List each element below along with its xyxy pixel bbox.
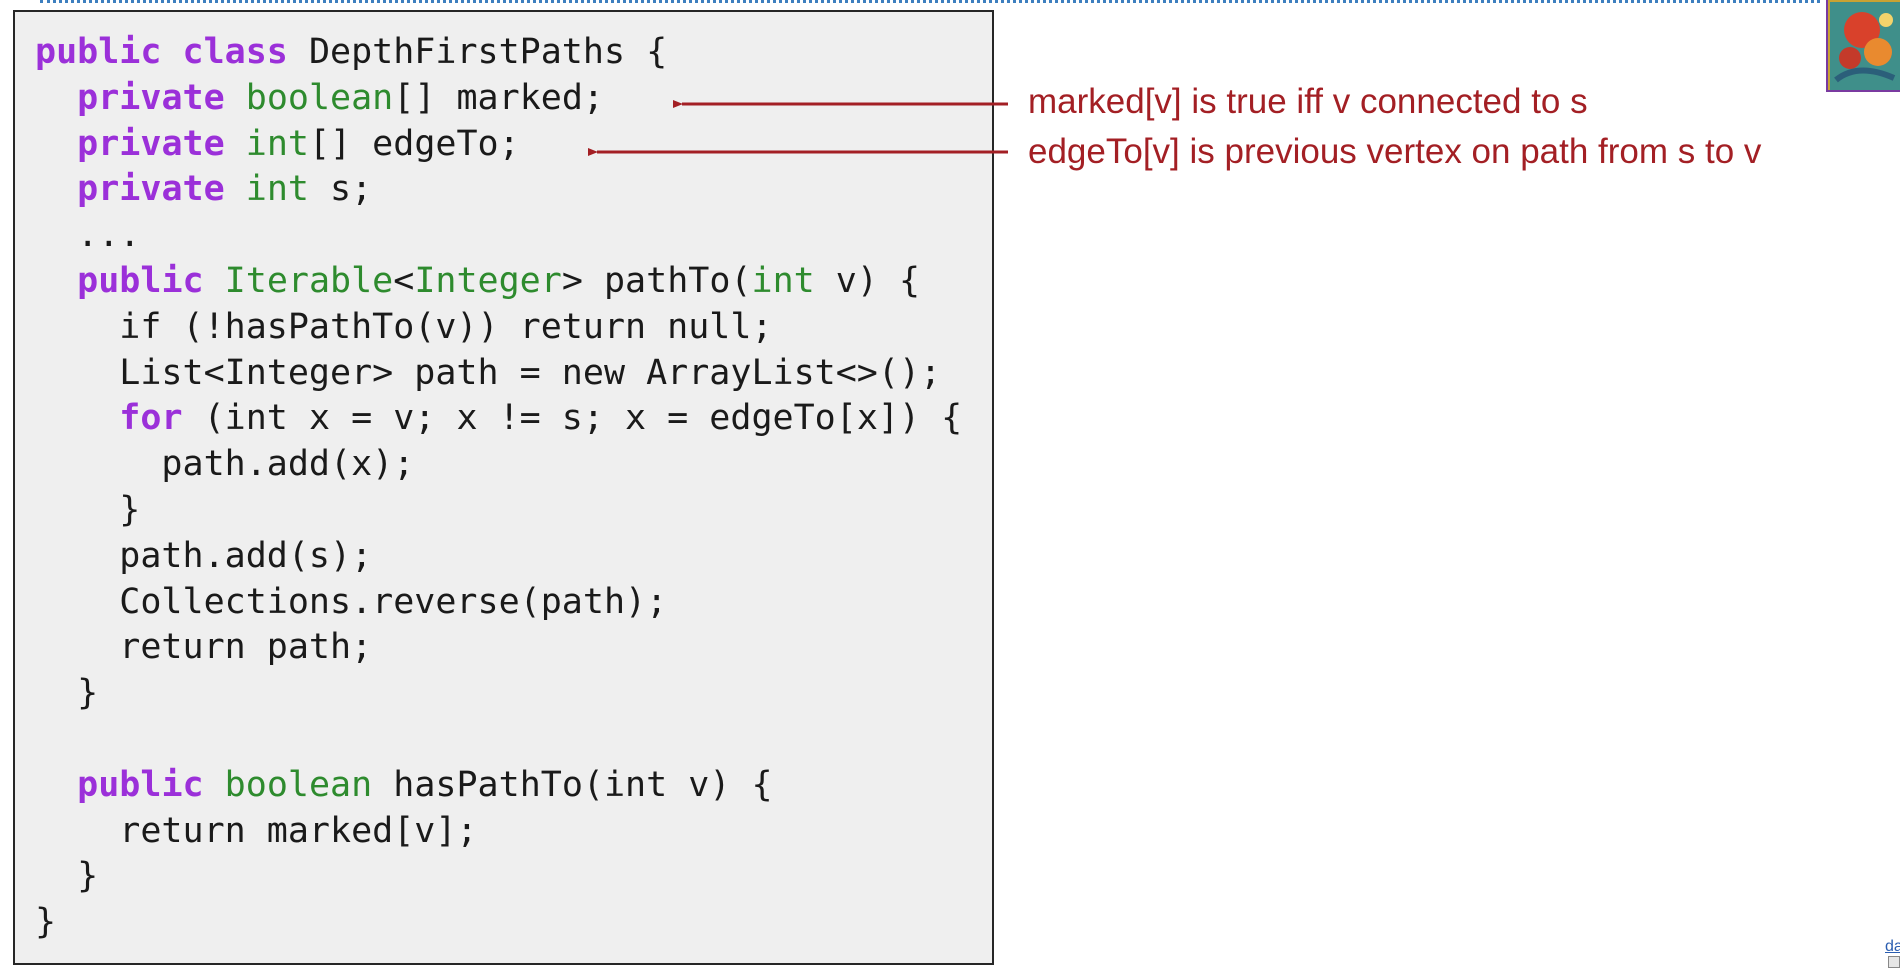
code-text: ...	[35, 215, 141, 256]
code-text: <	[393, 260, 415, 301]
code-text: DepthFirstPaths {	[287, 32, 668, 72]
code-keyword: private	[77, 123, 225, 164]
code-line: public Iterable<Integer> pathTo(int v) {	[35, 259, 962, 305]
code-type: int	[751, 260, 815, 301]
code-type: boolean	[224, 764, 373, 805]
slide: public class DepthFirstPaths { private b…	[0, 0, 1900, 968]
code-keyword: private	[77, 169, 225, 210]
code-line: if (!hasPathTo(v)) return null;	[35, 305, 962, 351]
code-line: private int[] edgeTo;	[35, 122, 962, 168]
code-line: public class DepthFirstPaths {	[35, 30, 962, 76]
code-line: path.add(x);	[35, 442, 962, 488]
top-dotted-rule	[40, 0, 1820, 3]
code-type: Iterable	[224, 260, 394, 301]
code-line: path.add(s);	[35, 534, 962, 580]
code-text: if (!hasPathTo(v)) return null;	[35, 306, 773, 347]
code-text: > pathTo(	[561, 260, 752, 301]
code-line: }	[35, 900, 962, 946]
code-type: boolean	[245, 77, 394, 118]
code-text: [] edgeTo;	[308, 123, 520, 164]
code-line: }	[35, 488, 962, 534]
code-keyword: public	[77, 764, 204, 805]
course-logo-image	[1826, 0, 1900, 92]
code-keyword: for	[119, 398, 183, 439]
code-keyword: private	[77, 77, 225, 118]
code-line: ...	[35, 213, 962, 259]
annotation-edgeTo: edgeTo[v] is previous vertex on path fro…	[1028, 132, 1762, 171]
code-type: int	[245, 169, 309, 210]
code-text: return path;	[35, 627, 373, 668]
code-text: v) {	[814, 260, 921, 301]
code-line: for (int x = v; x != s; x = edgeTo[x]) {	[35, 396, 962, 442]
code-listing: public class DepthFirstPaths { private b…	[35, 30, 962, 946]
code-text: Collections.reverse(path);	[35, 581, 668, 622]
code-text: [] marked;	[393, 77, 604, 118]
code-line: private int s;	[35, 167, 962, 213]
code-line: Collections.reverse(path);	[35, 580, 962, 626]
footer-link[interactable]: da	[1885, 938, 1900, 956]
code-text: (int x = v; x != s; x = edgeTo[x]) {	[182, 398, 963, 439]
code-keyword: public class	[35, 32, 288, 72]
corner-icon	[1888, 956, 1900, 968]
code-text: return marked[v];	[35, 810, 478, 851]
code-line: return marked[v];	[35, 809, 962, 855]
code-text: hasPathTo(int v) {	[372, 764, 773, 805]
code-text: }	[35, 856, 99, 897]
code-text: }	[35, 489, 141, 530]
code-keyword: public	[77, 260, 204, 301]
annotation-marked: marked[v] is true iff v connected to s	[1028, 82, 1588, 121]
code-text: path.add(s);	[35, 535, 373, 576]
code-text: List<Integer> path = new ArrayList<>();	[35, 352, 942, 393]
code-line: }	[35, 854, 962, 900]
code-type: Integer	[414, 260, 562, 301]
code-line: return path;	[35, 625, 962, 671]
code-text: s;	[308, 169, 373, 210]
code-line: }	[35, 671, 962, 717]
code-line: List<Integer> path = new ArrayList<>();	[35, 351, 962, 397]
code-text: }	[35, 673, 99, 714]
code-type: int	[245, 123, 309, 164]
code-panel: public class DepthFirstPaths { private b…	[13, 10, 994, 965]
code-line: private boolean[] marked;	[35, 76, 962, 122]
code-text: path.add(x);	[35, 444, 415, 485]
code-text: }	[35, 902, 57, 943]
code-line: public boolean hasPathTo(int v) {	[35, 763, 962, 809]
